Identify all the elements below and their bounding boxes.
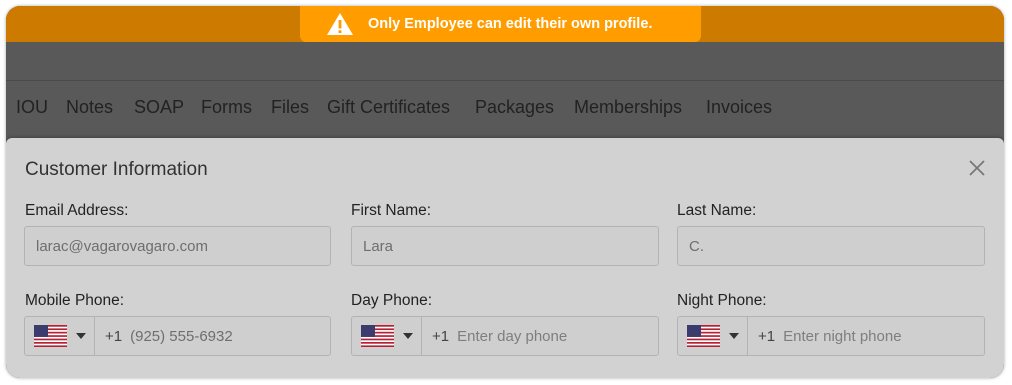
email-label: Email Address: [25, 202, 129, 219]
day-country-code: +1 [432, 327, 450, 345]
mobile-country-select[interactable] [25, 317, 95, 355]
modal-title: Customer Information [25, 159, 208, 180]
chevron-down-icon [403, 333, 413, 339]
warning-icon [327, 13, 353, 35]
day-phone-input[interactable]: Enter day phone [457, 328, 567, 345]
day-phone-label: Day Phone: [351, 292, 432, 309]
toast-message: Only Employee can edit their own profile… [368, 16, 653, 32]
chevron-down-icon [76, 333, 86, 339]
us-flag-icon [34, 325, 67, 347]
day-phone-field: +1 Enter day phone [351, 316, 659, 356]
night-phone-field: +1 Enter night phone [677, 316, 985, 356]
tab-memberships[interactable]: Memberships [574, 97, 682, 118]
close-icon[interactable] [967, 158, 987, 178]
mobile-phone-label: Mobile Phone: [25, 292, 125, 309]
mobile-phone-field: +1 (925) 555-6932 [24, 316, 331, 356]
first-name-label: First Name: [351, 202, 432, 219]
us-flag-icon [361, 325, 394, 347]
warning-toast: Only Employee can edit their own profile… [300, 6, 701, 42]
customer-information-modal: Customer Information Email Address: lara… [6, 138, 1004, 378]
night-country-select[interactable] [678, 317, 748, 355]
app-window: Only Employee can edit their own profile… [6, 6, 1004, 378]
night-country-code: +1 [758, 327, 776, 345]
tab-bar: IOU Notes SOAP Forms Files Gift Certific… [6, 81, 1004, 138]
day-country-select[interactable] [352, 317, 422, 355]
mobile-phone-input[interactable]: (925) 555-6932 [130, 328, 233, 345]
tab-packages[interactable]: Packages [475, 97, 554, 118]
first-name-field[interactable]: Lara [351, 226, 659, 266]
us-flag-icon [687, 325, 720, 347]
tab-forms[interactable]: Forms [201, 97, 252, 118]
night-phone-label: Night Phone: [677, 292, 767, 309]
chevron-down-icon [729, 333, 739, 339]
tab-soap[interactable]: SOAP [134, 97, 184, 118]
tab-files[interactable]: Files [271, 97, 309, 118]
tab-notes[interactable]: Notes [66, 97, 113, 118]
tab-invoices[interactable]: Invoices [706, 97, 772, 118]
last-name-label: Last Name: [677, 202, 757, 219]
last-name-field[interactable]: C. [677, 226, 985, 266]
header-band [6, 42, 1004, 81]
mobile-country-code: +1 [105, 327, 123, 345]
night-phone-input[interactable]: Enter night phone [783, 328, 901, 345]
tab-iou[interactable]: IOU [16, 97, 48, 118]
tab-gift-certificates[interactable]: Gift Certificates [327, 97, 450, 118]
email-field[interactable]: larac@vagarovagaro.com [24, 226, 331, 266]
